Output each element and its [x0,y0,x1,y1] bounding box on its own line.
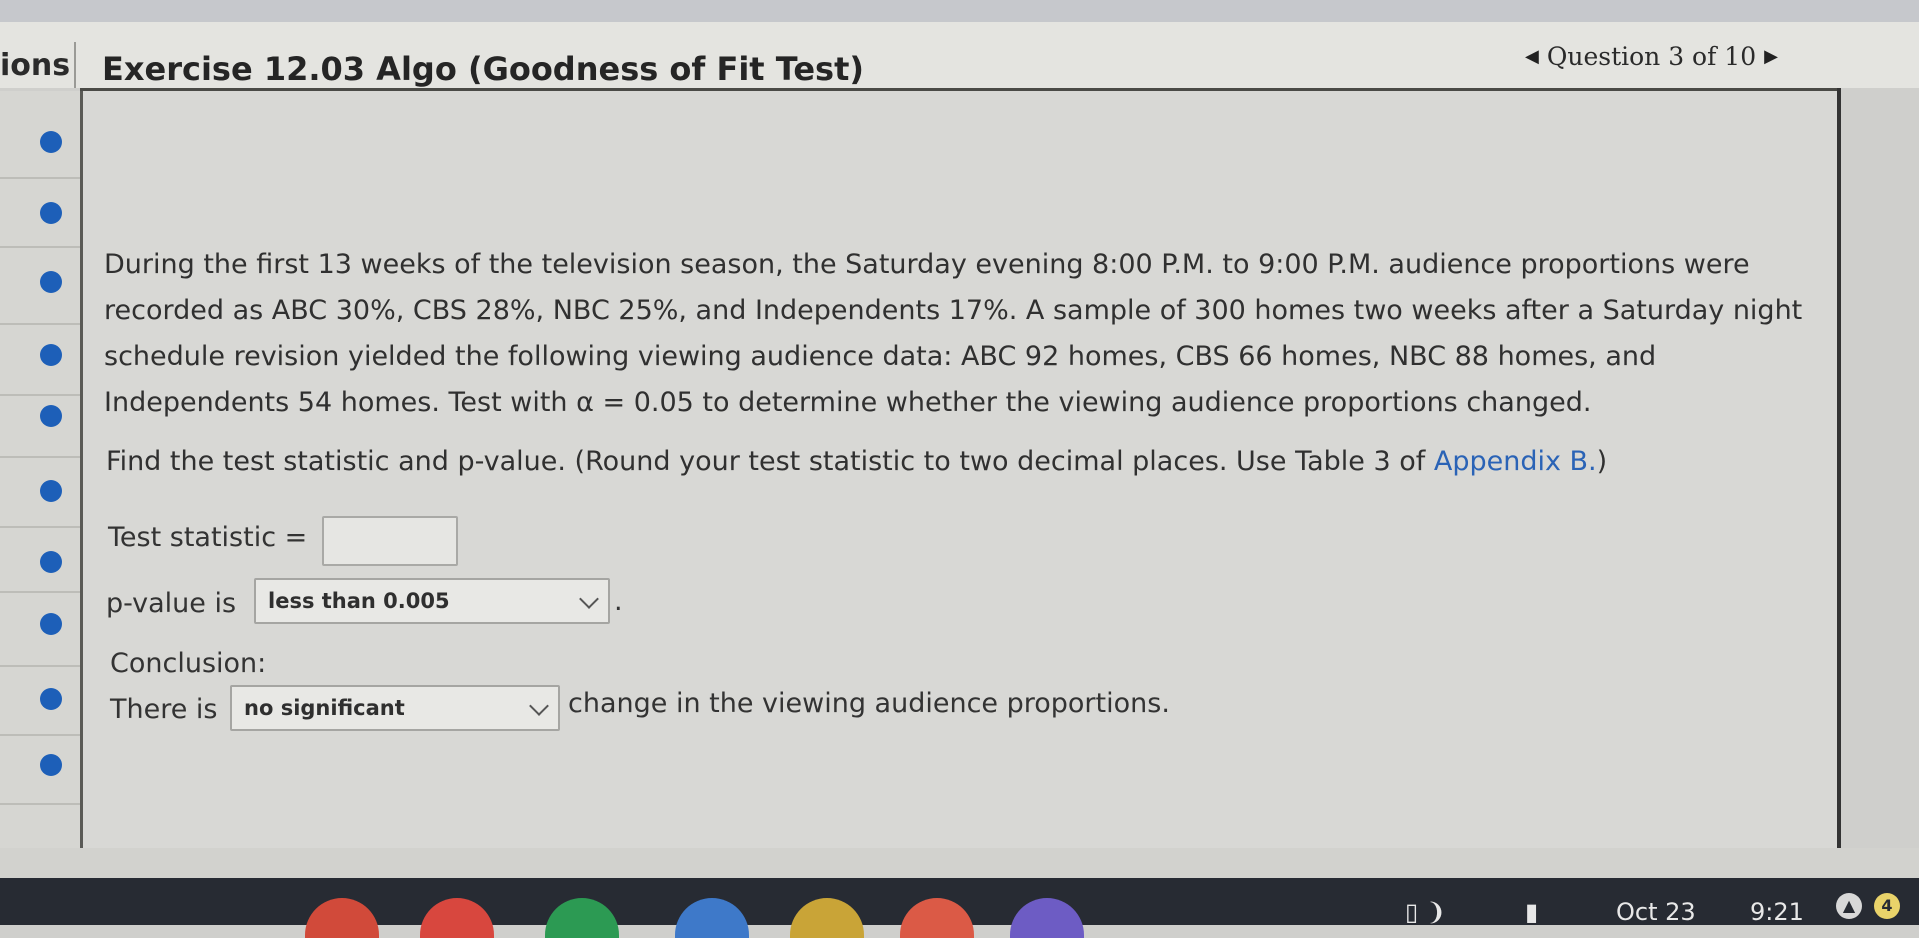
screen-bezel [0,0,1919,22]
conclusion-select[interactable]: no significant [230,685,560,731]
chevron-down-icon [579,589,599,609]
question-navigator: ◀ Question 3 of 10 ▶ [1525,42,1778,71]
question-status-dot[interactable] [40,344,62,366]
question-list-separator [0,177,80,179]
question-list-separator [0,734,80,736]
problem-line: During the first 13 weeks of the televis… [104,249,1750,280]
question-list-separator [0,456,80,458]
problem-line: Independents 54 homes. Test with α = 0.0… [104,387,1592,418]
question-content [83,91,1837,881]
question-list-panel [0,91,80,881]
conclusion-prefix: There is [110,694,218,725]
question-status-dot[interactable] [40,271,62,293]
question-status-dot[interactable] [40,754,62,776]
question-list-separator [0,394,80,396]
conclusion-suffix: change in the viewing audience proportio… [568,688,1170,719]
header-divider [74,42,76,88]
p-value-selected: less than 0.005 [268,589,450,613]
test-statistic-input[interactable] [322,516,458,566]
taskbar-date[interactable]: Oct 23 [1616,898,1696,926]
instruction-text: Find the test statistic and p-value. (Ro… [106,446,1607,477]
next-question-icon[interactable]: ▶ [1764,46,1778,67]
question-list-separator [0,246,80,248]
p-value-suffix: . [614,586,623,617]
question-status-dot[interactable] [40,551,62,573]
taskbar-time[interactable]: 9:21 [1750,898,1804,926]
clipboard-icon[interactable]: ▮ [1525,898,1538,926]
question-status-dot[interactable] [40,405,62,427]
question-status-dot[interactable] [40,202,62,224]
question-status-dot[interactable] [40,688,62,710]
question-list-separator [0,803,80,805]
p-value-label: p-value is [106,588,237,619]
problem-statement: During the first 13 weeks of the televis… [104,242,1824,426]
question-status-dot[interactable] [40,131,62,153]
problem-line: schedule revision yielded the following … [104,341,1657,372]
section-label: ions [0,48,71,83]
question-status-dot[interactable] [40,613,62,635]
notification-badge[interactable]: 4 [1874,893,1900,919]
page-bottom-area [0,848,1919,878]
chevron-down-icon [529,696,549,716]
instruction-body: Find the test statistic and p-value. (Ro… [106,446,1434,477]
question-list-separator [0,591,80,593]
conclusion-selected: no significant [244,696,405,720]
question-counter: Question 3 of 10 [1546,42,1757,71]
question-status-dot[interactable] [40,480,62,502]
question-list-separator [0,665,80,667]
test-statistic-label: Test statistic = [108,522,308,553]
instruction-suffix: ) [1596,446,1608,477]
status-icon[interactable]: ▲ [1836,893,1862,919]
p-value-select[interactable]: less than 0.005 [254,578,610,624]
media-controls-icon[interactable]: ▯ ❩ [1405,898,1446,926]
content-right-border [1837,88,1841,848]
appendix-link[interactable]: Appendix B. [1434,446,1597,477]
question-list-separator [0,323,80,325]
question-list-separator [0,526,80,528]
problem-line: recorded as ABC 30%, CBS 28%, NBC 25%, a… [104,295,1803,326]
exercise-title: Exercise 12.03 Algo (Goodness of Fit Tes… [102,50,864,88]
conclusion-label: Conclusion: [110,648,267,679]
previous-question-icon[interactable]: ◀ [1525,46,1539,67]
